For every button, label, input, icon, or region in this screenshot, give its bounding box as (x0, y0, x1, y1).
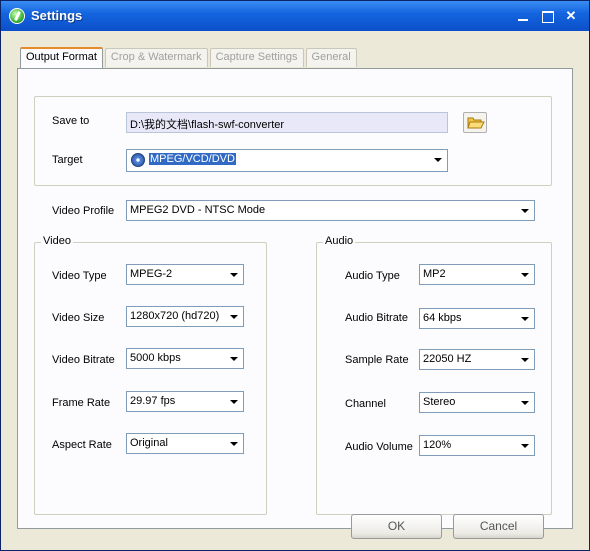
audio-volume-select[interactable]: 120% (419, 435, 535, 456)
tab-strip: Output Format Crop & Watermark Capture S… (20, 47, 359, 68)
video-type-select[interactable]: MPEG-2 (126, 264, 244, 285)
chevron-down-icon (521, 317, 529, 321)
video-bitrate-value: 5000 kbps (130, 352, 181, 364)
app-logo-icon (9, 8, 25, 24)
target-selected-value: MPEG/VCD/DVD (149, 153, 236, 165)
destination-group (34, 96, 552, 186)
channel-label: Channel (345, 398, 386, 410)
audio-volume-label: Audio Volume (345, 441, 413, 453)
dvd-disc-icon (131, 153, 145, 167)
audio-volume-value: 120% (423, 439, 452, 451)
target-label: Target (52, 154, 83, 166)
video-profile-select[interactable]: MPEG2 DVD - NTSC Mode (126, 200, 535, 221)
aspect-rate-select[interactable]: Original (126, 433, 244, 454)
target-select[interactable]: MPEG/VCD/DVD (126, 149, 448, 172)
save-to-field[interactable]: D:\我的文档\flash-swf-converter (126, 112, 448, 133)
audio-bitrate-value: 64 kbps (423, 312, 462, 324)
frame-rate-label: Frame Rate (52, 397, 111, 409)
chevron-down-icon (230, 273, 238, 277)
output-format-panel: Save to D:\我的文档\flash-swf-converter Targ… (17, 68, 573, 529)
audio-type-select[interactable]: MP2 (419, 264, 535, 285)
dialog-body: Output Format Crop & Watermark Capture S… (2, 31, 588, 550)
aspect-rate-label: Aspect Rate (52, 439, 112, 451)
video-type-label: Video Type (52, 270, 107, 282)
tab-crop-watermark[interactable]: Crop & Watermark (104, 48, 208, 67)
chevron-down-icon (230, 357, 238, 361)
channel-value: Stereo (423, 396, 456, 408)
tab-capture-settings[interactable]: Capture Settings (209, 48, 304, 67)
chevron-down-icon (230, 400, 238, 404)
save-to-label: Save to (52, 115, 90, 127)
minimize-button[interactable] (516, 9, 530, 23)
sample-rate-select[interactable]: 22050 HZ (419, 349, 535, 370)
close-button[interactable]: ✕ (564, 9, 578, 23)
audio-bitrate-label: Audio Bitrate (345, 312, 408, 324)
channel-select[interactable]: Stereo (419, 392, 535, 413)
ok-button[interactable]: OK (351, 514, 442, 539)
browse-folder-button[interactable] (463, 112, 487, 133)
chevron-down-icon (521, 401, 529, 405)
audio-group-title: Audio (323, 235, 356, 247)
frame-rate-select[interactable]: 29.97 fps (126, 391, 244, 412)
video-size-label: Video Size (52, 312, 105, 324)
open-folder-icon (467, 117, 485, 129)
settings-window: Settings ✕ Output Format Crop & Watermar… (0, 0, 590, 551)
chevron-down-icon (230, 315, 238, 319)
video-bitrate-label: Video Bitrate (52, 354, 115, 366)
sample-rate-value: 22050 HZ (423, 353, 472, 365)
chevron-down-icon (521, 444, 529, 448)
maximize-button[interactable] (540, 9, 554, 23)
video-group-title: Video (41, 235, 73, 247)
window-title: Settings (31, 8, 83, 23)
cancel-button[interactable]: Cancel (453, 514, 544, 539)
tab-output-format[interactable]: Output Format (20, 47, 103, 68)
chevron-down-icon (434, 158, 442, 162)
chevron-down-icon (521, 209, 529, 213)
audio-bitrate-select[interactable]: 64 kbps (419, 308, 535, 329)
tab-general[interactable]: General (305, 48, 357, 67)
frame-rate-value: 29.97 fps (130, 395, 176, 407)
title-bar[interactable]: Settings ✕ (1, 1, 589, 31)
video-profile-value: MPEG2 DVD - NTSC Mode (130, 204, 266, 216)
video-bitrate-select[interactable]: 5000 kbps (126, 348, 244, 369)
chevron-down-icon (230, 442, 238, 446)
sample-rate-label: Sample Rate (345, 354, 409, 366)
chevron-down-icon (521, 273, 529, 277)
audio-type-value: MP2 (423, 268, 446, 280)
video-profile-label: Video Profile (52, 205, 115, 217)
audio-type-label: Audio Type (345, 270, 400, 282)
chevron-down-icon (521, 358, 529, 362)
aspect-rate-value: Original (130, 437, 168, 449)
video-type-value: MPEG-2 (130, 268, 173, 280)
video-size-value: 1280x720 (hd720) (130, 310, 220, 322)
video-size-select[interactable]: 1280x720 (hd720) (126, 306, 244, 327)
